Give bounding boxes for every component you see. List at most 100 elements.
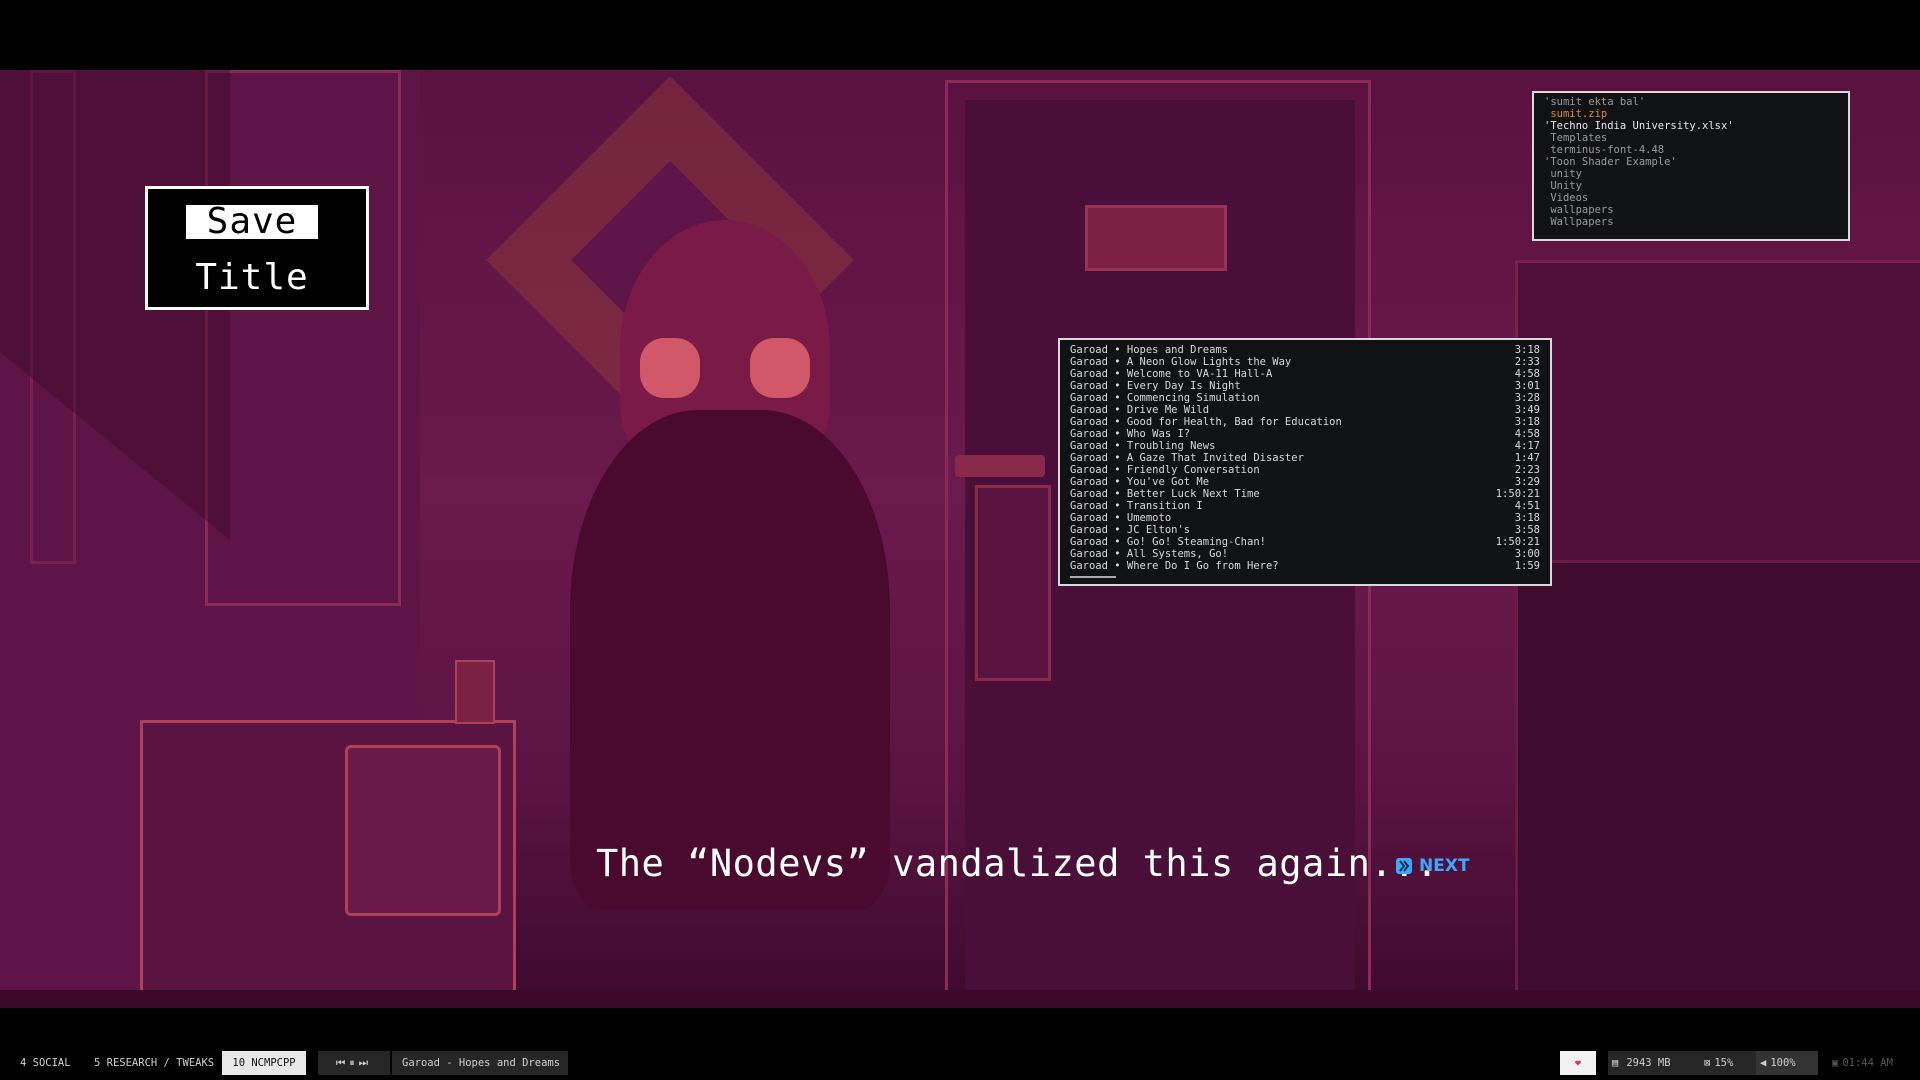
cpu-indicator: ⊠ 15% [1700, 1051, 1756, 1075]
track-duration: 2:23 [1514, 464, 1540, 476]
workspace-label: 4 SOCIAL [20, 1057, 71, 1069]
heart-button[interactable]: ❤ [1560, 1051, 1596, 1075]
track-duration: 4:58 [1514, 368, 1540, 380]
left-door-frame [205, 70, 401, 606]
menu-save-button[interactable]: Save [186, 204, 318, 240]
track-title: Garoad • You've Got Me [1070, 476, 1210, 488]
media-controls: ⏮⏸⏭ [318, 1051, 390, 1075]
track-duration: 1:59 [1514, 560, 1540, 572]
playlist-track[interactable]: Garoad • Transition I 4:51 [1070, 500, 1540, 512]
track-title: Garoad • Friendly Conversation [1070, 464, 1260, 476]
file-list-item: Templates [1544, 132, 1608, 144]
file-list-item: 'Toon Shader Example' [1544, 156, 1677, 168]
track-title: Garoad • Troubling News [1070, 440, 1216, 452]
menu-title-button[interactable]: Title [186, 260, 318, 296]
playlist-track[interactable]: Garoad • Who Was I? 4:58 [1070, 428, 1540, 440]
status-bar: 4 SOCIAL 5 RESEARCH / TWEAKS 10 NCMPCPP … [0, 1040, 1920, 1080]
file-list-terminal[interactable]: 'sumit ekta bal' sumit.zip 'Techno India… [1532, 91, 1850, 241]
file-list-item: sumit.zip [1544, 108, 1608, 120]
file-list-item: 'sumit ekta bal' [1544, 96, 1646, 108]
clock: ▣ 01:44 AM [1828, 1051, 1893, 1075]
playlist-track[interactable]: Garoad • You've Got Me 3:29 [1070, 476, 1540, 488]
file-list-item: unity [1544, 168, 1582, 180]
playlist-track[interactable]: Garoad • Troubling News 4:17 [1070, 440, 1540, 452]
volume-indicator[interactable]: ◀ 100% [1756, 1051, 1818, 1075]
cpu-icon: ⊠ [1704, 1057, 1711, 1069]
playlist-track[interactable]: Garoad • A Gaze That Invited Disaster 1:4… [1070, 452, 1540, 464]
track-title: Garoad • A Gaze That Invited Disaster [1070, 452, 1304, 464]
track-title: Garoad • Hopes and Dreams [1070, 344, 1229, 356]
track-duration: 1:47 [1514, 452, 1540, 464]
track-duration: 3:29 [1514, 476, 1540, 488]
character-collar-right [750, 338, 810, 398]
playlist-track[interactable]: Garoad • JC Elton's 3:58 [1070, 524, 1540, 536]
track-list: Garoad • Hopes and Dreams 3:18 Garoad • A … [1070, 344, 1540, 572]
dialogue-text: The “Nodevs” vandalized this again... [596, 842, 1439, 885]
character-collar [640, 338, 700, 398]
next-arrow-icon [1396, 858, 1412, 874]
door-sign [1085, 205, 1227, 271]
character-coat [570, 410, 890, 910]
workspace-label: 5 RESEARCH / TWEAKS [94, 1057, 215, 1069]
file-list-item: terminus-font-4.48 [1544, 144, 1665, 156]
workspace-research[interactable]: 5 RESEARCH / TWEAKS [90, 1051, 218, 1075]
playlist-track[interactable]: Garoad • Umemoto 3:18 [1070, 512, 1540, 524]
now-playing[interactable]: Garoad - Hopes and Dreams [392, 1051, 568, 1075]
soda-can [455, 660, 495, 724]
playlist-track[interactable]: Garoad • Drive Me Wild 3:49 [1070, 404, 1540, 416]
clock-value: 01:44 AM [1842, 1057, 1893, 1069]
track-title: Garoad • Transition I [1070, 500, 1203, 512]
radiator [1515, 260, 1920, 596]
track-title: Garoad • Drive Me Wild [1070, 404, 1210, 416]
volume-value: 100% [1770, 1057, 1796, 1069]
file-list-item: Videos [1544, 192, 1589, 204]
clock-icon: ▣ [1832, 1057, 1839, 1069]
track-title: Garoad • Better Luck Next Time [1070, 488, 1260, 500]
playlist-track[interactable]: Garoad • Where Do I Go from Here? 1:59 [1070, 560, 1540, 572]
playlist-terminal[interactable]: Garoad • Hopes and Dreams 3:18 Garoad • A … [1058, 338, 1552, 586]
next-track-icon[interactable]: ⏭ [359, 1057, 372, 1069]
track-duration: 3:01 [1514, 380, 1540, 392]
workspace-ncmpcpp[interactable]: 10 NCMPCPP [222, 1051, 306, 1075]
playlist-track[interactable]: Garoad • A Neon Glow Lights the Way 2:33 [1070, 356, 1540, 368]
playlist-track[interactable]: Garoad • Good for Health, Bad for Educat… [1070, 416, 1540, 428]
pause-icon[interactable]: ⏸ [349, 1057, 358, 1069]
track-title: Garoad • Good for Health, Bad for Educat… [1070, 416, 1342, 428]
playlist-track[interactable]: Garoad • Welcome to VA-11 Hall-A 4:58 [1070, 368, 1540, 380]
track-title: Garoad • Commencing Simulation [1070, 392, 1260, 404]
track-title: Garoad • A Neon Glow Lights the Way [1070, 356, 1292, 368]
next-button[interactable]: NEXT [1395, 855, 1470, 877]
playlist-track[interactable]: Garoad • Commencing Simulation 3:28 [1070, 392, 1540, 404]
track-duration: 4:58 [1514, 428, 1540, 440]
memory-icon: ▤ [1612, 1057, 1619, 1069]
playlist-track[interactable]: Garoad • All Systems, Go! 3:00 [1070, 548, 1540, 560]
playlist-track[interactable]: Garoad • Go! Go! Steaming-Chan! 1:50:21 [1070, 536, 1540, 548]
track-title: Garoad • JC Elton's [1070, 524, 1191, 536]
track-title: Garoad • Who Was I? [1070, 428, 1191, 440]
track-title: Garoad • Every Day Is Night [1070, 380, 1241, 392]
track-duration: 3:18 [1514, 512, 1540, 524]
track-title: Garoad • Welcome to VA-11 Hall-A [1070, 368, 1273, 380]
track-duration: 3:18 [1514, 416, 1540, 428]
right-cabinet [1515, 560, 1920, 1008]
floor [0, 990, 1920, 1008]
playlist-track[interactable]: Garoad • Every Day Is Night 3:01 [1070, 380, 1540, 392]
track-title: Garoad • Umemoto [1070, 512, 1172, 524]
heart-icon: ❤ [1574, 1057, 1582, 1069]
speaker-icon: ◀ [1760, 1057, 1767, 1069]
save-menu: Save Title [145, 186, 369, 310]
track-duration: 4:17 [1514, 440, 1540, 452]
workspace-social[interactable]: 4 SOCIAL [16, 1051, 75, 1075]
track-title: Garoad • Where Do I Go from Here? [1070, 560, 1279, 572]
door-handle [955, 455, 1045, 477]
track-title: Garoad • All Systems, Go! [1070, 548, 1229, 560]
track-duration: 2:33 [1514, 356, 1540, 368]
keypad [975, 485, 1051, 681]
track-duration: 1:50:21 [1495, 536, 1540, 548]
track-title: Garoad • Go! Go! Steaming-Chan! [1070, 536, 1266, 548]
playlist-track[interactable]: Garoad • Better Luck Next Time 1:50:21 [1070, 488, 1540, 500]
track-duration: 3:28 [1514, 392, 1540, 404]
previous-track-icon[interactable]: ⏮ [336, 1057, 349, 1069]
playlist-track[interactable]: Garoad • Friendly Conversation 2:23 [1070, 464, 1540, 476]
playlist-track[interactable]: Garoad • Hopes and Dreams 3:18 [1070, 344, 1540, 356]
